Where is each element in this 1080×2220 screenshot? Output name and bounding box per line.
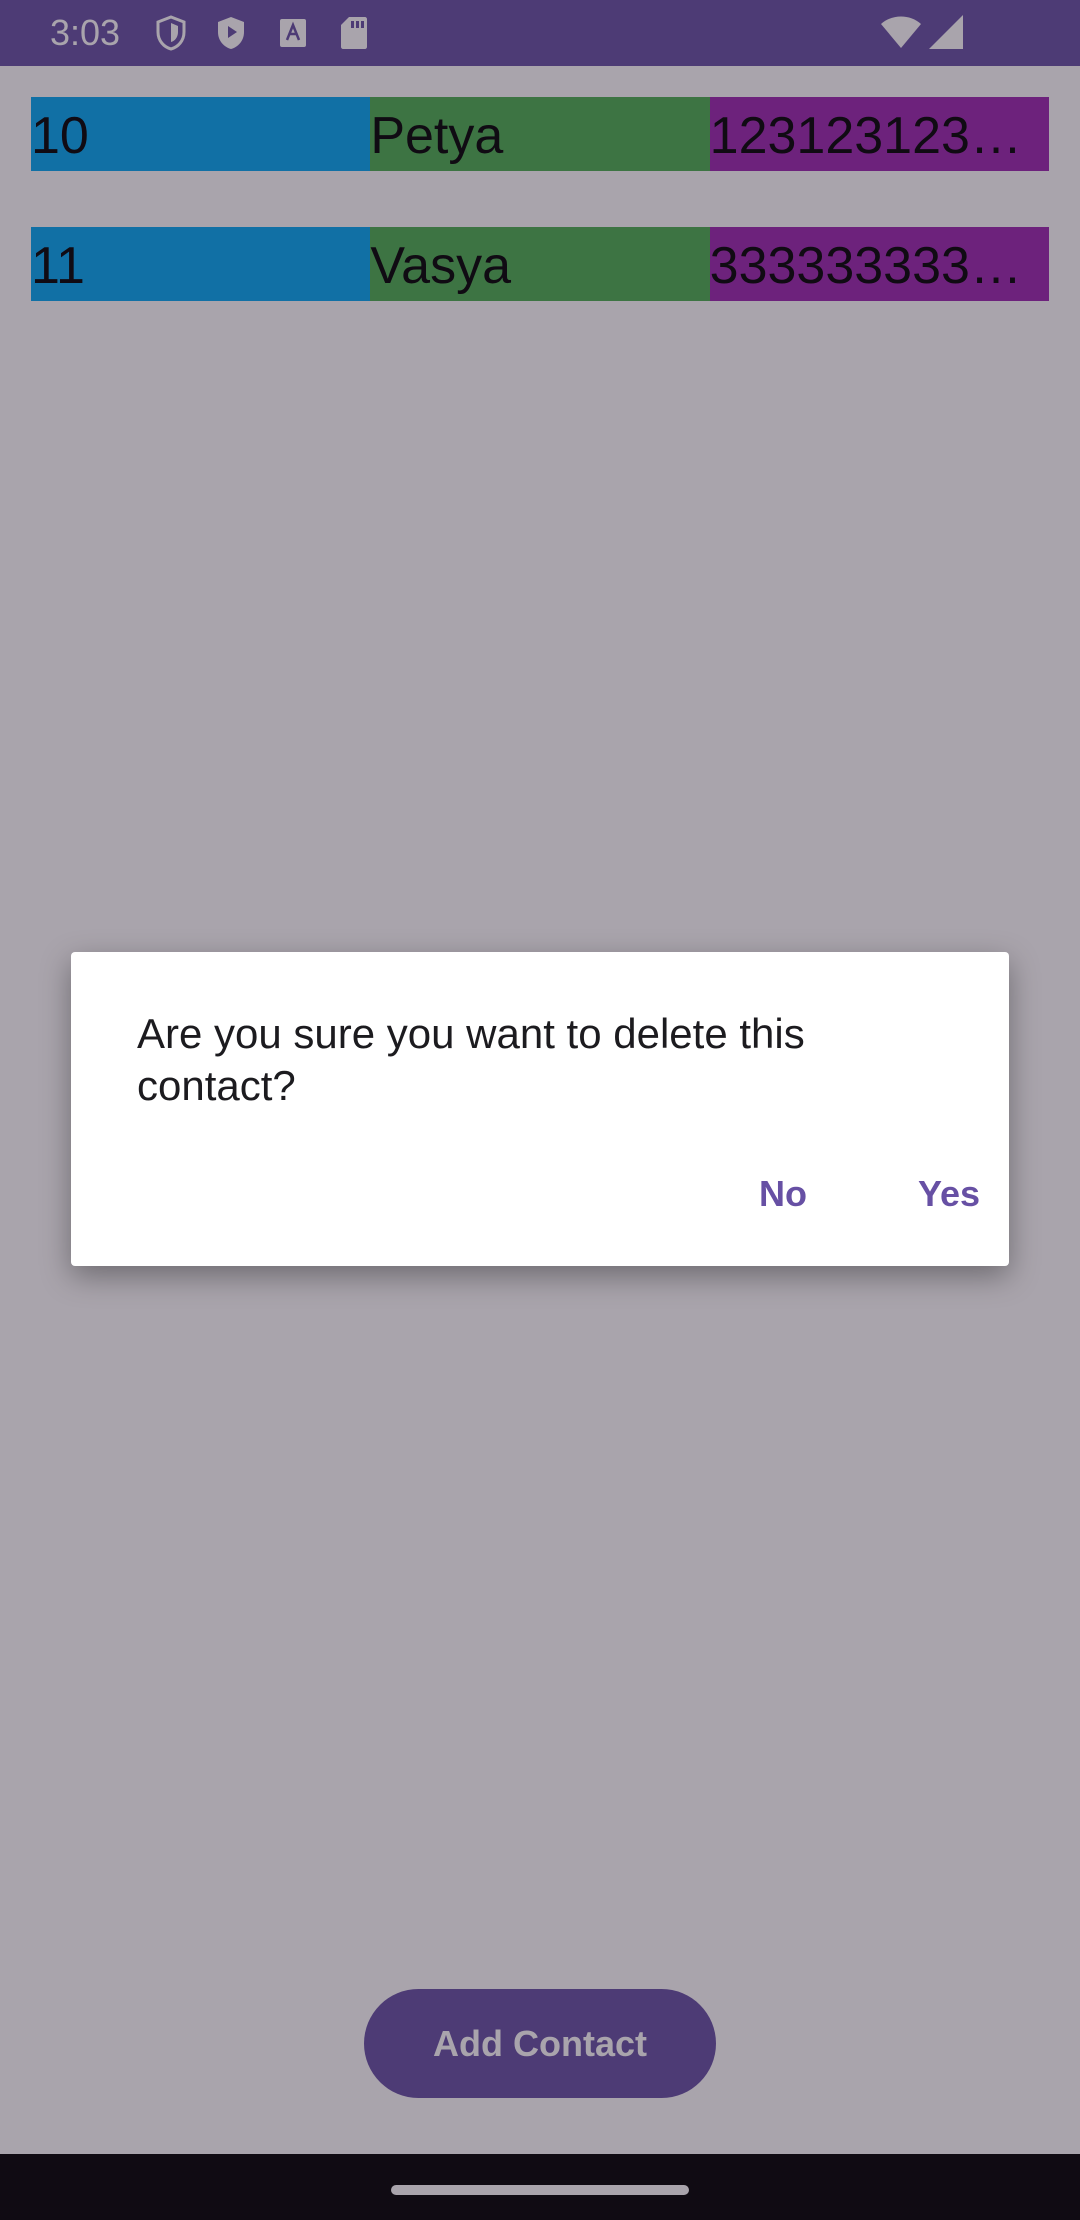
- dialog-message: Are you sure you want to delete this con…: [137, 1010, 805, 1109]
- delete-confirm-dialog: Are you sure you want to delete this con…: [71, 952, 1009, 1266]
- yes-button[interactable]: Yes: [894, 1162, 1004, 1226]
- no-button[interactable]: No: [734, 1162, 832, 1226]
